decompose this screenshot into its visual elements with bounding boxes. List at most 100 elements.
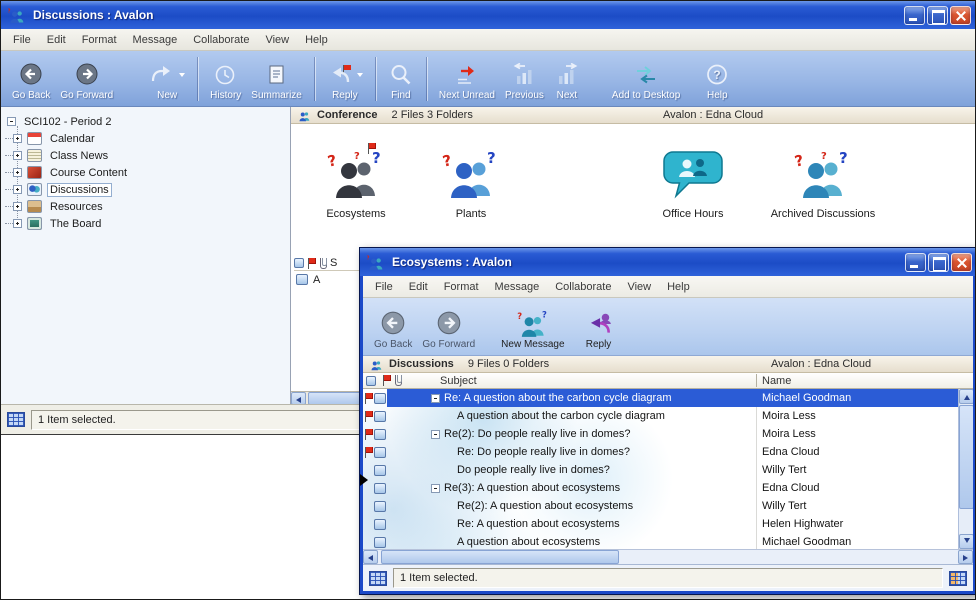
list-column-header: Subject Name — [363, 373, 973, 389]
menu-message[interactable]: Message — [125, 31, 186, 49]
horizontal-scrollbar[interactable] — [363, 549, 973, 564]
collapse-icon[interactable] — [7, 117, 16, 126]
sidebar-item-discussions[interactable]: Discussions — [7, 181, 290, 198]
message-row[interactable]: Re(3): A question about ecosystems Edna … — [363, 479, 958, 497]
flag-icon — [367, 143, 377, 154]
next-unread-label: Next Unread — [439, 90, 495, 101]
flag-column-icon[interactable] — [382, 375, 392, 386]
message-row[interactable]: Re: A question about the carbon cycle di… — [363, 389, 958, 407]
message-row[interactable]: A question about the carbon cycle diagra… — [363, 407, 958, 425]
expand-icon[interactable] — [13, 168, 22, 177]
new-message-icon: ?? — [516, 310, 550, 338]
scrollbar-thumb[interactable] — [959, 405, 973, 509]
menu-view[interactable]: View — [619, 278, 659, 296]
minimize-button[interactable] — [904, 6, 925, 25]
expand-icon[interactable] — [13, 151, 22, 160]
message-row[interactable]: Re(2): A question about ecosystems Willy… — [363, 497, 958, 515]
message-author: Edna Cloud — [756, 482, 958, 494]
conference-item-plants[interactable]: ? ? Plants — [416, 149, 526, 220]
new-button[interactable]: New — [144, 60, 190, 103]
message-row[interactable]: Re(2): Do people really live in domes? M… — [363, 425, 958, 443]
menu-file[interactable]: File — [5, 31, 39, 49]
collapse-thread-icon[interactable] — [431, 430, 440, 439]
sidebar-item-the-board[interactable]: The Board — [7, 215, 290, 232]
conference-item-ecosystems[interactable]: ? ? ? Ecosystems — [301, 149, 411, 220]
go-back-button[interactable]: Go Back — [7, 60, 55, 103]
go-back-label: Go Back — [12, 90, 50, 101]
message-row[interactable]: A question about ecosystems Michael Good… — [363, 533, 958, 549]
svg-text:?: ? — [354, 151, 360, 162]
go-forward-button[interactable]: Go Forward — [417, 309, 480, 352]
collapse-thread-icon[interactable] — [431, 394, 440, 403]
reply-button[interactable]: Reply — [580, 309, 618, 352]
maximize-button[interactable] — [928, 253, 949, 272]
vertical-scrollbar[interactable] — [958, 389, 973, 549]
message-row[interactable]: Do people really live in domes? Willy Te… — [363, 461, 958, 479]
history-button[interactable]: History — [205, 60, 246, 103]
conference-item-office-hours[interactable]: Office Hours — [638, 149, 748, 220]
summarize-button[interactable]: Summarize — [246, 60, 307, 103]
sidebar-item-resources[interactable]: Resources — [7, 198, 290, 215]
conference-item-archived-discussions[interactable]: ? ? ? Archived Discussions — [758, 149, 888, 220]
scrollbar-thumb[interactable] — [381, 550, 619, 564]
column-name[interactable]: Name — [762, 375, 791, 387]
menu-message[interactable]: Message — [487, 278, 548, 296]
previous-button[interactable]: Previous — [500, 60, 549, 103]
menu-collaborate[interactable]: Collaborate — [185, 31, 257, 49]
ecosystems-title-bar[interactable]: ? Ecosystems : Avalon — [360, 248, 976, 276]
sidebar-item-class-news[interactable]: Class News — [7, 147, 290, 164]
menu-edit[interactable]: Edit — [401, 278, 436, 296]
expand-icon[interactable] — [13, 219, 22, 228]
find-button[interactable]: Find — [383, 60, 419, 103]
expand-icon[interactable] — [13, 134, 22, 143]
reply-dropdown-icon[interactable] — [357, 73, 363, 77]
next-unread-icon — [454, 63, 480, 87]
menu-view[interactable]: View — [257, 31, 297, 49]
message-subject: Do people really live in domes? — [457, 464, 610, 476]
list-column-header[interactable]: S — [294, 256, 366, 271]
attachment-column-icon[interactable] — [395, 375, 402, 386]
tree-root[interactable]: SCI102 - Period 2 — [7, 113, 290, 130]
new-dropdown-icon[interactable] — [179, 73, 185, 77]
menu-format[interactable]: Format — [436, 278, 487, 296]
add-to-desktop-button[interactable]: Add to Desktop — [607, 60, 685, 103]
menu-format[interactable]: Format — [74, 31, 125, 49]
sidebar-item-course-content[interactable]: Course Content — [7, 164, 290, 181]
maximize-button[interactable] — [927, 6, 948, 25]
list-row-fragment[interactable]: A — [294, 271, 366, 288]
scroll-down-button[interactable] — [959, 534, 973, 549]
message-row[interactable]: Re: Do people really live in domes? Edna… — [363, 443, 958, 461]
scroll-up-button[interactable] — [959, 389, 973, 404]
minimize-button[interactable] — [905, 253, 926, 272]
expand-icon[interactable] — [13, 202, 22, 211]
find-icon — [388, 63, 414, 87]
svg-text:?: ? — [793, 151, 805, 170]
close-button[interactable] — [951, 253, 972, 272]
menu-help[interactable]: Help — [297, 31, 336, 49]
view-switch-icon[interactable] — [949, 571, 967, 586]
collapse-thread-icon[interactable] — [431, 484, 440, 493]
menu-help[interactable]: Help — [659, 278, 698, 296]
go-forward-button[interactable]: Go Forward — [55, 60, 118, 103]
next-unread-button[interactable]: Next Unread — [434, 60, 500, 103]
next-button[interactable]: Next — [549, 60, 585, 103]
new-message-button[interactable]: ?? New Message — [496, 309, 569, 352]
expand-icon[interactable] — [13, 185, 22, 194]
menu-file[interactable]: File — [367, 278, 401, 296]
scroll-left-button[interactable] — [363, 550, 378, 564]
close-button[interactable] — [950, 6, 971, 25]
column-subject[interactable]: Subject — [440, 375, 477, 387]
view-grid-icon[interactable] — [369, 571, 387, 586]
go-back-button[interactable]: Go Back — [369, 309, 417, 352]
view-grid-icon[interactable] — [7, 412, 25, 427]
message-row[interactable]: Re: A question about ecosystems Helen Hi… — [363, 515, 958, 533]
menu-collaborate[interactable]: Collaborate — [547, 278, 619, 296]
help-button[interactable]: ? Help — [699, 60, 735, 103]
reply-button[interactable]: Reply — [322, 60, 368, 103]
scroll-right-button[interactable] — [958, 550, 973, 564]
discussions-title-bar[interactable]: ? Discussions : Avalon — [1, 1, 975, 29]
menu-edit[interactable]: Edit — [39, 31, 74, 49]
sort-icon[interactable] — [366, 376, 376, 386]
sidebar-item-calendar[interactable]: Calendar — [7, 130, 290, 147]
column-separator[interactable] — [756, 374, 757, 387]
